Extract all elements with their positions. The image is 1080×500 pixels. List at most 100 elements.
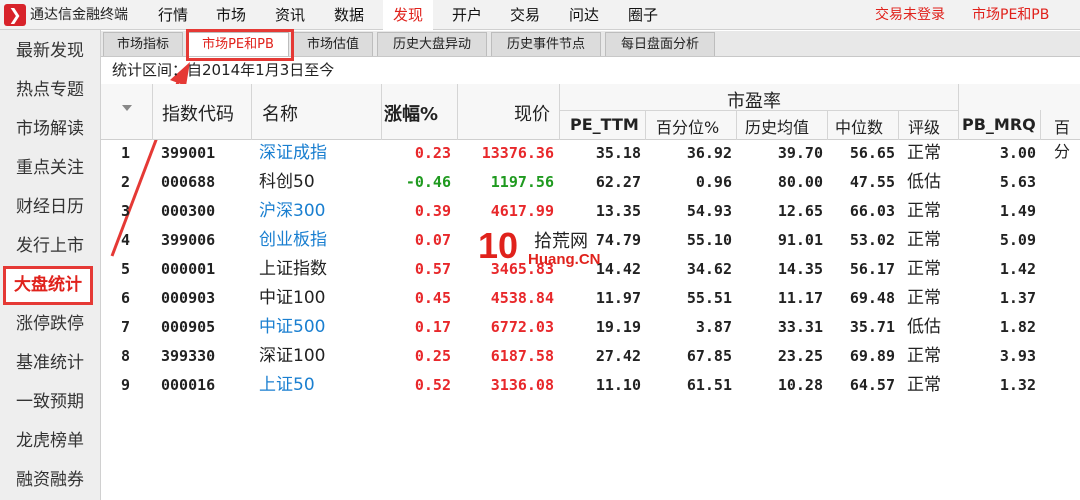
cell-name[interactable]: 科创50 [259, 168, 315, 197]
cell-code: 000016 [161, 376, 216, 394]
app-title: 通达信金融终端 [30, 7, 128, 23]
sidebar-item-rili[interactable]: 财经日历 [0, 188, 100, 227]
tab-history-events[interactable]: 历史事件节点 [491, 32, 601, 56]
cell-price: 3136.08 [490, 376, 554, 394]
cell-pb-mrq: 1.42 [999, 260, 1036, 278]
cell-percentile: 61.51 [686, 376, 732, 394]
col-price[interactable]: 现价 [514, 100, 550, 126]
col-name[interactable]: 名称 [262, 100, 298, 126]
sidebar-item-zuixin[interactable]: 最新发现 [0, 32, 100, 71]
cell-change: 0.45 [414, 289, 451, 307]
cell-median: 47.55 [849, 173, 895, 191]
cell-median: 56.65 [849, 144, 895, 162]
cell-percentile: 67.85 [686, 347, 732, 365]
watermark-mark: 10 [478, 225, 519, 266]
grid-line [827, 110, 828, 140]
cell-code: 399006 [161, 231, 216, 249]
cell-rating: 正常 [907, 143, 941, 163]
sidebar: 最新发现 热点专题 市场解读 重点关注 财经日历 发行上市 大盘统计 涨停跌停 … [0, 30, 101, 500]
login-status[interactable]: 交易未登录 [875, 0, 945, 30]
col-change[interactable]: 涨幅% [384, 100, 438, 126]
cell-name[interactable]: 中证100 [259, 284, 325, 313]
menu-item-hangqing[interactable]: 行情 [148, 0, 198, 30]
cell-percentile: 0.96 [695, 173, 732, 191]
cell-hist-avg: 14.35 [777, 260, 823, 278]
menu-item-quanzi[interactable]: 圈子 [618, 0, 668, 30]
col-percentile[interactable]: 百分位% [656, 114, 719, 138]
table-row[interactable]: 8 399330 深证100 0.25 6187.58 27.42 67.85 … [101, 342, 1080, 371]
sidebar-item-yizhi[interactable]: 一致预期 [0, 383, 100, 422]
menu-item-kaihu[interactable]: 开户 [442, 0, 492, 30]
cell-percentile: 34.62 [686, 260, 732, 278]
cell-rating: 正常 [907, 259, 941, 279]
cell-change: 0.17 [414, 318, 451, 336]
sidebar-item-faxing[interactable]: 发行上市 [0, 227, 100, 266]
top-menu-bar: ❯ 通达信金融终端 行情 市场 资讯 数据 发现 开户 交易 问达 圈子 交易未… [0, 0, 1080, 30]
cell-code: 000905 [161, 318, 216, 336]
cell-median: 66.03 [849, 202, 895, 220]
tab-daily-analysis[interactable]: 每日盘面分析 [605, 32, 715, 56]
sidebar-item-zhangting[interactable]: 涨停跌停 [0, 305, 100, 344]
grid-line [898, 110, 899, 140]
col-code[interactable]: 指数代码 [162, 100, 234, 126]
cell-pb-mrq: 3.93 [999, 347, 1036, 365]
col-pb-mrq[interactable]: PB_MRQ [962, 115, 1036, 134]
cell-name[interactable]: 上证指数 [259, 255, 327, 284]
table-row[interactable]: 2 000688 科创50 -0.46 1197.56 62.27 0.96 8… [101, 168, 1080, 197]
cell-price: 1197.56 [490, 173, 554, 191]
cell-median: 69.89 [849, 347, 895, 365]
sub-tab-bar: 市场指标 市场PE和PB 市场估值 历史大盘异动 历史事件节点 每日盘面分析 [101, 31, 1080, 57]
tab-history-anomalies[interactable]: 历史大盘异动 [377, 32, 487, 56]
cell-rating: 正常 [907, 288, 941, 308]
row-index: 6 [121, 289, 131, 307]
menu-item-wenda[interactable]: 问达 [559, 0, 609, 30]
cell-change: 0.25 [414, 347, 451, 365]
cell-code: 399001 [161, 144, 216, 162]
table-row[interactable]: 1 399001 深证成指 0.23 13376.36 35.18 36.92 … [101, 139, 1080, 168]
cell-price: 4617.99 [490, 202, 554, 220]
menu-item-jiaoyi[interactable]: 交易 [500, 0, 550, 30]
col-hist-avg[interactable]: 历史均值 [745, 114, 809, 138]
menu-item-faxian[interactable]: 发现 [383, 0, 433, 30]
tdx-logo-icon: ❯ [4, 4, 26, 26]
table-row[interactable]: 3 000300 沪深300 0.39 4617.99 13.35 54.93 … [101, 197, 1080, 226]
cell-hist-avg: 91.01 [777, 231, 823, 249]
tab-market-valuation[interactable]: 市场估值 [293, 32, 373, 56]
col-median[interactable]: 中位数 [835, 114, 883, 138]
cell-name[interactable]: 沪深300 [259, 197, 325, 226]
sidebar-item-jiedu[interactable]: 市场解读 [0, 110, 100, 149]
cell-hist-avg: 33.31 [777, 318, 823, 336]
menu-item-zixun[interactable]: 资讯 [265, 0, 315, 30]
row-index: 3 [121, 202, 131, 220]
cell-change: 0.07 [414, 231, 451, 249]
cell-median: 69.48 [849, 289, 895, 307]
col-pe-ttm[interactable]: PE_TTM [570, 115, 639, 134]
cell-name[interactable]: 深证成指 [259, 139, 327, 168]
cell-pb-mrq: 1.82 [999, 318, 1036, 336]
sidebar-item-redian[interactable]: 热点专题 [0, 71, 100, 110]
sidebar-item-zhongdian[interactable]: 重点关注 [0, 149, 100, 188]
watermark-logo: 10 拾荒网 Huang.CN [478, 225, 608, 275]
cell-rating: 正常 [907, 346, 941, 366]
sidebar-item-dapan[interactable]: 大盘统计 [3, 266, 93, 305]
menu-item-shuju[interactable]: 数据 [324, 0, 374, 30]
table-row[interactable]: 9 000016 上证50 0.52 3136.08 11.10 61.51 1… [101, 371, 1080, 400]
cell-pb-mrq: 1.32 [999, 376, 1036, 394]
cell-name[interactable]: 上证50 [259, 371, 315, 400]
cell-pb-mrq: 5.63 [999, 173, 1036, 191]
sort-arrow-icon[interactable] [122, 105, 132, 111]
cell-name[interactable]: 创业板指 [259, 226, 327, 255]
col-rating[interactable]: 评级 [908, 114, 940, 138]
menu-item-shichang[interactable]: 市场 [206, 0, 256, 30]
tab-market-indicators[interactable]: 市场指标 [103, 32, 183, 56]
grid-line [645, 110, 646, 140]
grid-line [559, 84, 560, 140]
sidebar-item-rongzi[interactable]: 融资融券 [0, 461, 100, 500]
cell-name[interactable]: 中证500 [259, 313, 325, 342]
sidebar-item-longhu[interactable]: 龙虎榜单 [0, 422, 100, 461]
table-row[interactable]: 6 000903 中证100 0.45 4538.84 11.97 55.51 … [101, 284, 1080, 313]
sidebar-item-jizhun[interactable]: 基准统计 [0, 344, 100, 383]
table-row[interactable]: 7 000905 中证500 0.17 6772.03 19.19 3.87 3… [101, 313, 1080, 342]
cell-name[interactable]: 深证100 [259, 342, 325, 371]
tab-market-pe-pb[interactable]: 市场PE和PB [187, 32, 289, 56]
